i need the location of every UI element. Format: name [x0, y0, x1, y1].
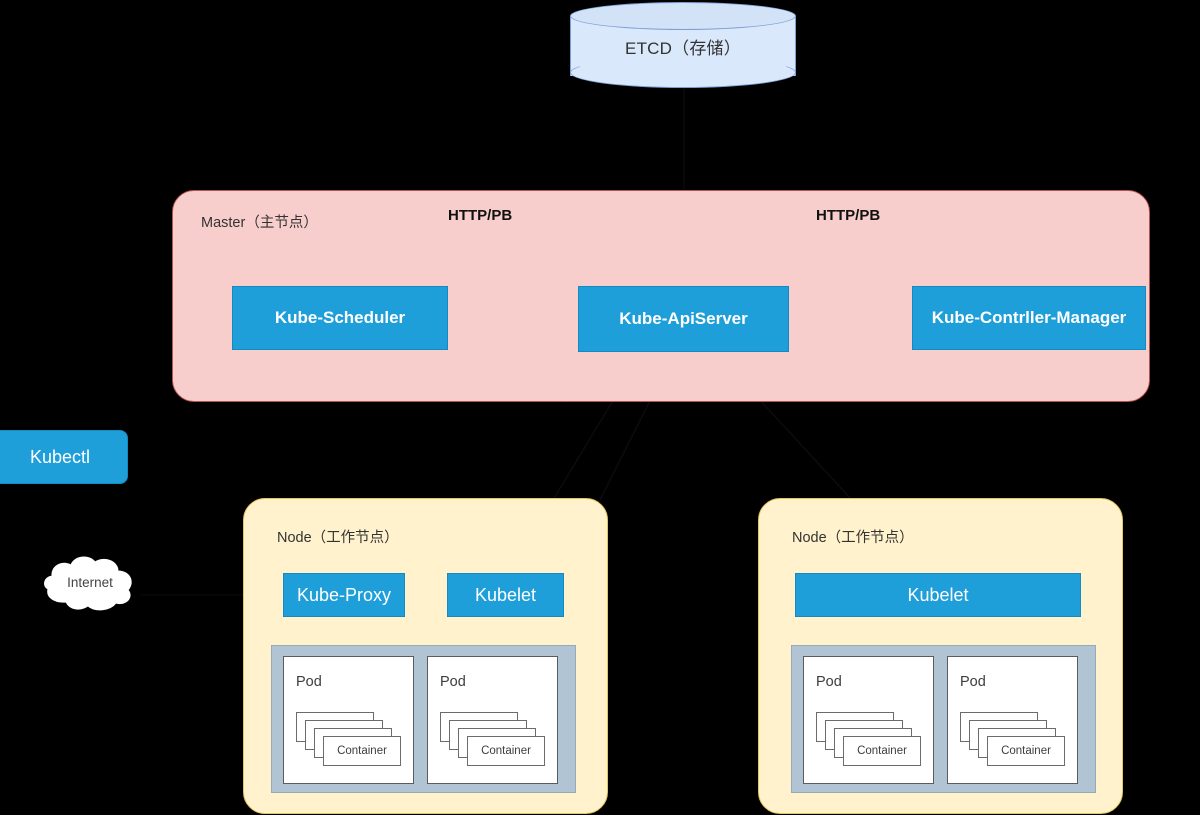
container-stack: Container	[296, 712, 404, 774]
pod-box[interactable]: Pod Container	[803, 656, 934, 784]
etcd-label: ETCD（存储）	[625, 38, 741, 58]
container-stack: Container	[816, 712, 924, 774]
pods-panel-right: Pod Container Pod Container	[791, 645, 1096, 793]
container-stack: Container	[440, 712, 548, 774]
node-right-label: Node（工作节点）	[792, 530, 914, 546]
node-left-label: Node（工作节点）	[277, 530, 399, 546]
container-front[interactable]: Container	[843, 736, 921, 766]
pod-label: Pod	[816, 674, 842, 690]
master-group-label: Master（主节点）	[201, 215, 318, 231]
kube-apiserver-box[interactable]: Kube-ApiServer	[578, 286, 789, 352]
pods-panel-left: Pod Container Pod Container	[271, 645, 576, 793]
container-stack: Container	[960, 712, 1068, 774]
kube-controller-manager-box[interactable]: Kube-Contrller-Manager	[912, 286, 1146, 350]
etcd-cylinder[interactable]: ETCD（存储）	[570, 2, 796, 88]
kube-proxy-box[interactable]: Kube-Proxy	[283, 573, 405, 617]
diagram-canvas: ETCD（存储） Master（主节点） HTTP/PB HTTP/PB Kub…	[0, 0, 1200, 815]
internet-cloud[interactable]: Internet	[40, 550, 140, 614]
container-front[interactable]: Container	[467, 736, 545, 766]
pod-label: Pod	[960, 674, 986, 690]
edge-label-http-pb-left: HTTP/PB	[448, 207, 513, 224]
pod-label: Pod	[296, 674, 322, 690]
kubelet-left-box[interactable]: Kubelet	[447, 573, 564, 617]
kubelet-right-box[interactable]: Kubelet	[795, 573, 1081, 617]
container-front[interactable]: Container	[987, 736, 1065, 766]
pod-box[interactable]: Pod Container	[947, 656, 1078, 784]
edge-label-http-pb-right: HTTP/PB	[816, 207, 881, 224]
internet-label: Internet	[67, 574, 113, 590]
container-front[interactable]: Container	[323, 736, 401, 766]
kubectl-box[interactable]: Kubectl	[0, 430, 128, 484]
kube-scheduler-box[interactable]: Kube-Scheduler	[232, 286, 448, 350]
pod-box[interactable]: Pod Container	[283, 656, 414, 784]
pod-label: Pod	[440, 674, 466, 690]
pod-box[interactable]: Pod Container	[427, 656, 558, 784]
